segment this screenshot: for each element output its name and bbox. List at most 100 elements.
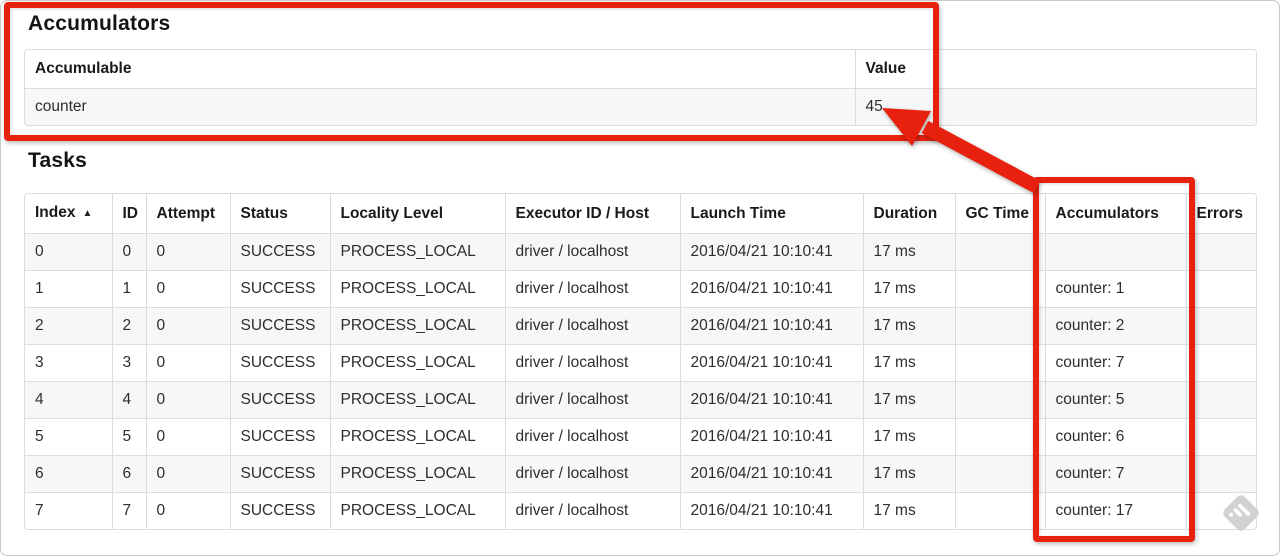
cell-index: 0 xyxy=(25,233,112,271)
cell-gc-time xyxy=(954,307,1045,345)
cell-status: SUCCESS xyxy=(229,307,330,345)
cell-executor-id-host: driver / localhost xyxy=(504,492,680,529)
cell-gc-time xyxy=(954,270,1045,308)
cell-errors xyxy=(1185,233,1256,271)
cell-duration: 17 ms xyxy=(862,307,955,345)
header-cell-duration[interactable]: Duration xyxy=(862,194,955,234)
accumulators-header-row: Accumulable Value xyxy=(25,50,1256,89)
cell-id: 3 xyxy=(111,344,146,382)
cell-duration: 17 ms xyxy=(862,270,955,308)
cell-duration: 17 ms xyxy=(862,455,955,493)
cell-executor-id-host: driver / localhost xyxy=(504,233,680,271)
cell-accumulators xyxy=(1044,233,1186,271)
header-cell-executor-id-host[interactable]: Executor ID / Host xyxy=(504,194,680,234)
header-cell-status[interactable]: Status xyxy=(229,194,330,234)
cell-launch-time: 2016/04/21 10:10:41 xyxy=(679,344,863,382)
cell-gc-time xyxy=(954,344,1045,382)
cell-id: 0 xyxy=(111,233,146,271)
header-cell-accumulable[interactable]: Accumulable xyxy=(25,50,855,89)
cell-duration: 17 ms xyxy=(862,344,955,382)
header-cell-id[interactable]: ID xyxy=(111,194,146,234)
cell-id: 7 xyxy=(111,492,146,529)
cell-errors xyxy=(1185,307,1256,345)
cell-gc-time xyxy=(954,381,1045,419)
cell-attempt: 0 xyxy=(145,344,230,382)
cell-index: 3 xyxy=(25,344,112,382)
cell-accumulators: counter: 6 xyxy=(1044,418,1186,456)
cell-launch-time: 2016/04/21 10:10:41 xyxy=(679,492,863,529)
cell-gc-time xyxy=(954,418,1045,456)
tasks-header-row: Index ▲ ID Attempt Status Locality Level Execu… xyxy=(25,194,1256,234)
table-row: 2 2 0 SUCCESS PROCESS_LOCAL driver / localhos… xyxy=(25,307,1256,345)
cell-id: 1 xyxy=(111,270,146,308)
cell-errors xyxy=(1185,418,1256,456)
cell-accumulators: counter: 17 xyxy=(1044,492,1186,529)
cell-accumulators: counter: 7 xyxy=(1044,344,1186,382)
cell-status: SUCCESS xyxy=(229,381,330,419)
header-cell-errors[interactable]: Errors xyxy=(1185,194,1256,234)
cell-locality-level: PROCESS_LOCAL xyxy=(329,455,505,493)
cell-accumulators: counter: 5 xyxy=(1044,381,1186,419)
cell-launch-time: 2016/04/21 10:10:41 xyxy=(679,381,863,419)
cell-errors xyxy=(1185,455,1256,493)
cell-executor-id-host: driver / localhost xyxy=(504,418,680,456)
table-row: 3 3 0 SUCCESS PROCESS_LOCAL driver / localhos… xyxy=(25,344,1256,382)
cell-locality-level: PROCESS_LOCAL xyxy=(329,270,505,308)
cell-locality-level: PROCESS_LOCAL xyxy=(329,233,505,271)
table-row: 6 6 0 SUCCESS PROCESS_LOCAL driver / localhos… xyxy=(25,455,1256,493)
cell-locality-level: PROCESS_LOCAL xyxy=(329,307,505,345)
cell-executor-id-host: driver / localhost xyxy=(504,381,680,419)
cell-launch-time: 2016/04/21 10:10:41 xyxy=(679,270,863,308)
cell-index: 6 xyxy=(25,455,112,493)
cell-value: 45 xyxy=(854,88,1256,125)
header-cell-accumulators[interactable]: Accumulators xyxy=(1044,194,1186,234)
cell-errors xyxy=(1185,344,1256,382)
header-cell-launch-time[interactable]: Launch Time xyxy=(679,194,863,234)
cell-id: 2 xyxy=(111,307,146,345)
cell-id: 4 xyxy=(111,381,146,419)
cell-attempt: 0 xyxy=(145,455,230,493)
table-row: 4 4 0 SUCCESS PROCESS_LOCAL driver / localhos… xyxy=(25,381,1256,419)
cell-status: SUCCESS xyxy=(229,344,330,382)
header-cell-attempt[interactable]: Attempt xyxy=(145,194,230,234)
cell-attempt: 0 xyxy=(145,418,230,456)
cell-id: 6 xyxy=(111,455,146,493)
cell-gc-time xyxy=(954,492,1045,529)
cell-launch-time: 2016/04/21 10:10:41 xyxy=(679,455,863,493)
cell-status: SUCCESS xyxy=(229,233,330,271)
cell-executor-id-host: driver / localhost xyxy=(504,270,680,308)
tasks-table: Index ▲ ID Attempt Status Locality Level Execu… xyxy=(24,193,1257,530)
table-row: 7 7 0 SUCCESS PROCESS_LOCAL driver / localhos… xyxy=(25,492,1256,529)
cell-locality-level: PROCESS_LOCAL xyxy=(329,418,505,456)
tasks-section-heading: Tasks xyxy=(28,149,87,172)
cell-duration: 17 ms xyxy=(862,418,955,456)
sort-ascending-icon: ▲ xyxy=(82,208,93,219)
cell-launch-time: 2016/04/21 10:10:41 xyxy=(679,233,863,271)
cell-errors xyxy=(1185,381,1256,419)
table-row: 0 0 0 SUCCESS PROCESS_LOCAL driver / localhos… xyxy=(25,233,1256,271)
cell-attempt: 0 xyxy=(145,381,230,419)
cell-duration: 17 ms xyxy=(862,233,955,271)
header-cell-index[interactable]: Index ▲ xyxy=(25,194,112,234)
cell-errors xyxy=(1185,270,1256,308)
cell-gc-time xyxy=(954,455,1045,493)
cell-accumulable: counter xyxy=(25,88,855,125)
cell-attempt: 0 xyxy=(145,233,230,271)
cell-accumulators: counter: 7 xyxy=(1044,455,1186,493)
cell-index: 5 xyxy=(25,418,112,456)
cell-accumulators: counter: 1 xyxy=(1044,270,1186,308)
cell-executor-id-host: driver / localhost xyxy=(504,307,680,345)
cell-status: SUCCESS xyxy=(229,455,330,493)
cell-id: 5 xyxy=(111,418,146,456)
cell-index: 2 xyxy=(25,307,112,345)
cell-executor-id-host: driver / localhost xyxy=(504,455,680,493)
cell-executor-id-host: driver / localhost xyxy=(504,344,680,382)
cell-locality-level: PROCESS_LOCAL xyxy=(329,492,505,529)
header-cell-gc-time[interactable]: GC Time xyxy=(954,194,1045,234)
spark-stage-page: Accumulators Accumulable Value counter 45 … xyxy=(0,0,1280,556)
header-cell-locality-level[interactable]: Locality Level xyxy=(329,194,505,234)
header-cell-value[interactable]: Value xyxy=(854,50,1256,89)
cell-duration: 17 ms xyxy=(862,381,955,419)
cell-attempt: 0 xyxy=(145,492,230,529)
cell-index: 1 xyxy=(25,270,112,308)
